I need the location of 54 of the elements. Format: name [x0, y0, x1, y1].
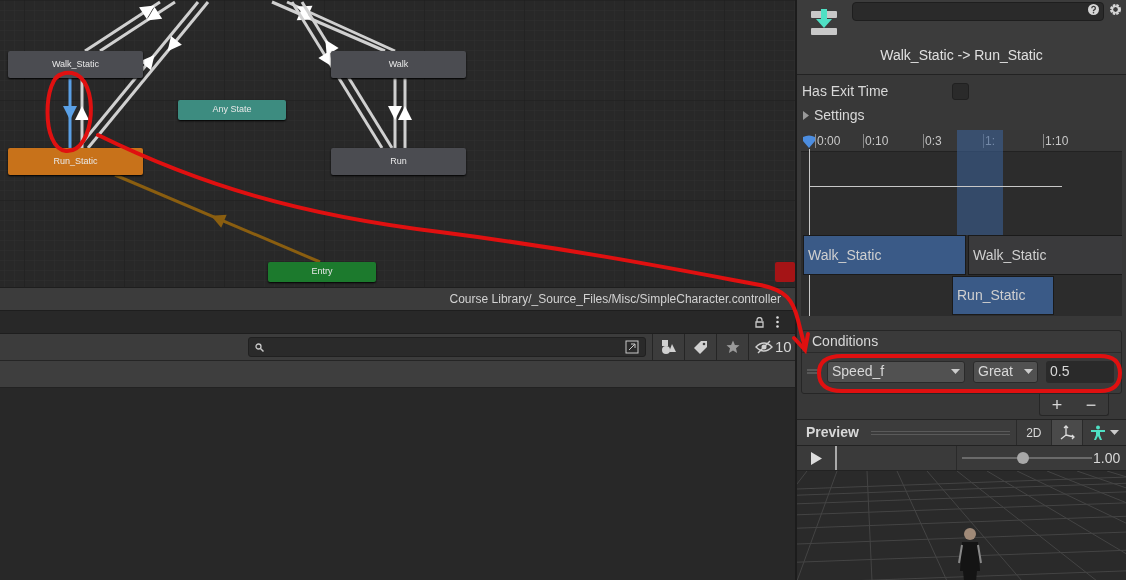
- character-silhouette: [958, 528, 982, 580]
- caret-icon: [1024, 369, 1033, 374]
- transition-timeline[interactable]: 0:00 0:10 0:3 1: 1:10 Walk_Static Walk_Static Run_Static: [801, 130, 1122, 316]
- shapes-icon: [660, 339, 677, 355]
- pivot-toggle-button[interactable]: [1050, 420, 1083, 445]
- axes-icon: [1059, 424, 1076, 441]
- search-icon: [255, 342, 264, 352]
- add-condition-button[interactable]: +: [1040, 394, 1074, 415]
- time-tick-label: 1:: [983, 134, 995, 148]
- remove-condition-button[interactable]: −: [1074, 394, 1108, 415]
- conditions-header: Conditions: [812, 332, 879, 351]
- star-icon: [725, 340, 740, 354]
- state-node[interactable]: Walk_Static: [8, 51, 143, 78]
- foldout-arrow-icon: [802, 110, 810, 120]
- time-tick-label: 0:3: [923, 134, 942, 148]
- exit-node[interactable]: [775, 262, 795, 282]
- threshold-input[interactable]: 0.5: [1046, 360, 1114, 383]
- speed-reading: 1.00: [1093, 448, 1121, 468]
- state-node[interactable]: Run: [331, 148, 466, 175]
- caret-icon: [1110, 430, 1120, 435]
- slider-thumb[interactable]: [1017, 452, 1030, 464]
- breadcrumb-path: Course Library/_Source_Files/Misc/SimpleCharacter.controller: [449, 291, 781, 308]
- speed-slider[interactable]: [962, 452, 1092, 464]
- state-node[interactable]: Walk: [331, 51, 466, 78]
- time-tick-label: 1:10: [1043, 134, 1069, 148]
- settings-icon[interactable]: [1109, 3, 1122, 16]
- humanoid-icon: [1090, 424, 1107, 441]
- state-node[interactable]: Entry: [268, 262, 376, 282]
- has-exit-time-checkbox[interactable]: [952, 82, 969, 100]
- hidden-packages-button[interactable]: 10: [749, 334, 795, 360]
- comparison-dropdown[interactable]: Great: [973, 360, 1038, 383]
- animation-clip[interactable]: Walk_Static: [968, 235, 1122, 275]
- drag-handle-icon[interactable]: [807, 369, 819, 374]
- transition-icon: [810, 9, 838, 36]
- more-options-icon[interactable]: [776, 316, 779, 328]
- has-exit-time-label: Has Exit Time: [802, 81, 890, 101]
- parameter-dropdown[interactable]: Speed_f: [827, 360, 965, 383]
- settings-foldout[interactable]: Settings: [797, 105, 1126, 125]
- play-icon: [810, 451, 822, 465]
- search-field[interactable]: [248, 337, 646, 357]
- playhead-marker-icon[interactable]: [803, 135, 815, 149]
- animation-clip[interactable]: Walk_Static: [803, 235, 966, 275]
- caret-icon: [951, 369, 960, 374]
- tag-icon: [693, 339, 708, 355]
- animation-clip[interactable]: Run_Static: [952, 276, 1054, 315]
- 2d-button[interactable]: 2D: [1016, 420, 1051, 445]
- preview-title: Preview: [805, 423, 860, 442]
- lock-icon[interactable]: [755, 316, 764, 328]
- name-field[interactable]: [852, 2, 1104, 21]
- transition-title: Walk_Static -> Run_Static: [879, 46, 1044, 65]
- help-icon[interactable]: [1088, 4, 1099, 15]
- time-tick-label: 0:10: [863, 134, 889, 148]
- expand-window-icon[interactable]: [625, 340, 639, 354]
- eye-crossed-icon: [755, 340, 773, 354]
